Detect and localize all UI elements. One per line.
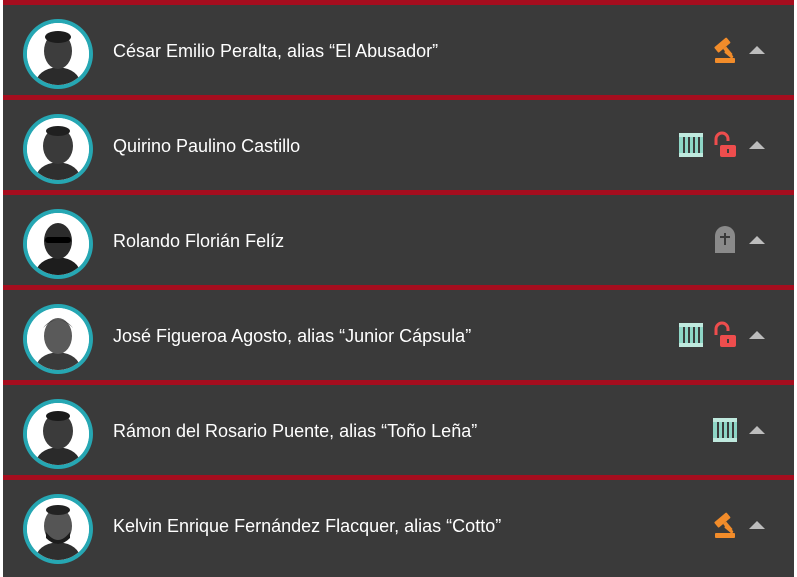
avatar (23, 114, 93, 184)
avatar (23, 494, 93, 564)
gavel-icon (712, 511, 738, 539)
chevron-up-icon[interactable] (748, 329, 766, 341)
avatar (23, 304, 93, 374)
prison-icon (678, 322, 704, 348)
chevron-up-icon[interactable] (748, 519, 766, 531)
avatar (23, 399, 93, 469)
unlock-icon (712, 131, 738, 159)
gavel-icon (712, 36, 738, 64)
person-name: César Emilio Peralta, alias “El Abusador… (113, 41, 439, 61)
chevron-up-icon[interactable] (748, 139, 766, 151)
prison-icon (678, 132, 704, 158)
person-name: Rámon del Rosario Puente, alias “Toño Le… (113, 421, 478, 441)
portrait-icon (27, 23, 89, 85)
person-name: José Figueroa Agosto, alias “Junior Cáps… (113, 326, 472, 346)
person-name: Kelvin Enrique Fernández Flacquer, alias… (113, 516, 502, 536)
list-item[interactable]: José Figueroa Agosto, alias “Junior Cáps… (3, 285, 794, 380)
portrait-icon (27, 403, 89, 465)
tombstone-icon (712, 226, 738, 254)
portrait-icon (27, 118, 89, 180)
profile-list: César Emilio Peralta, alias “El Abusador… (3, 0, 794, 577)
list-item[interactable]: Kelvin Enrique Fernández Flacquer, alias… (3, 475, 794, 577)
list-item[interactable]: Rámon del Rosario Puente, alias “Toño Le… (3, 380, 794, 475)
portrait-icon (27, 213, 89, 275)
portrait-icon (27, 308, 89, 370)
list-item[interactable]: Rolando Florián Felíz (3, 190, 794, 285)
avatar (23, 19, 93, 89)
prison-icon (712, 417, 738, 443)
unlock-icon (712, 321, 738, 349)
portrait-icon (27, 498, 89, 560)
person-name: Quirino Paulino Castillo (113, 136, 301, 156)
person-name: Rolando Florián Felíz (113, 231, 285, 251)
list-item[interactable]: Quirino Paulino Castillo (3, 95, 794, 190)
list-item[interactable]: César Emilio Peralta, alias “El Abusador… (3, 0, 794, 95)
chevron-up-icon[interactable] (748, 44, 766, 56)
avatar (23, 209, 93, 279)
chevron-up-icon[interactable] (748, 424, 766, 436)
chevron-up-icon[interactable] (748, 234, 766, 246)
